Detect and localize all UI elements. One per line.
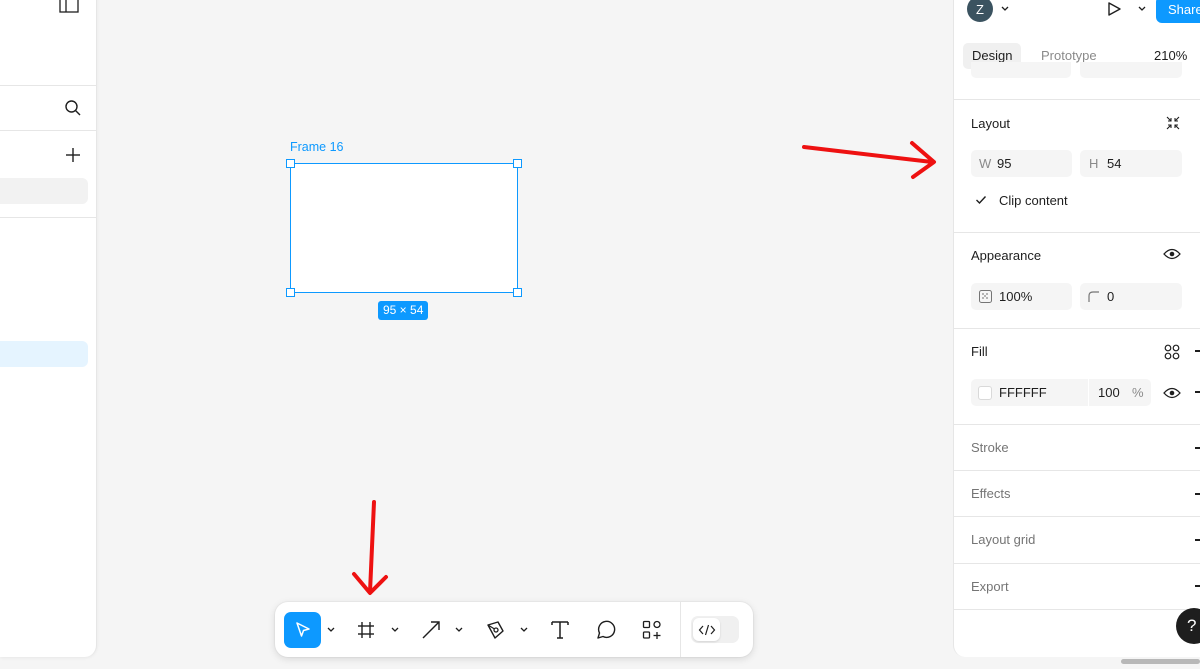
left-divider [0, 85, 96, 86]
stroke-title[interactable]: Stroke [971, 440, 1009, 455]
opacity-field[interactable]: 100% [971, 283, 1072, 310]
chevron-down-icon[interactable] [1138, 6, 1146, 12]
add-icon[interactable] [1195, 493, 1200, 495]
share-button[interactable]: Share [1156, 0, 1200, 23]
arrow-tool-icon[interactable] [420, 619, 442, 641]
plus-icon[interactable] [65, 147, 81, 163]
corner-radius-field[interactable]: 0 [1080, 283, 1182, 310]
section-divider [954, 563, 1200, 564]
layout-grid-title[interactable]: Layout grid [971, 532, 1035, 547]
fill-color-field[interactable]: FFFFFF 100 % [971, 379, 1151, 406]
add-icon[interactable] [1195, 391, 1200, 393]
eye-icon[interactable] [1163, 247, 1181, 261]
layer-item-selected[interactable] [0, 341, 88, 367]
resize-handle-bottom-left[interactable] [286, 288, 295, 297]
size-badge: 95 × 54 [378, 301, 429, 320]
add-icon[interactable] [1195, 447, 1200, 449]
height-prefix: H [1089, 156, 1099, 171]
actions-tool-icon[interactable] [641, 619, 663, 641]
height-field[interactable]: H 54 [1080, 150, 1182, 177]
section-divider [954, 470, 1200, 471]
section-divider [954, 232, 1200, 233]
text-tool-icon[interactable] [549, 619, 571, 641]
left-divider [0, 217, 96, 218]
move-tool-button[interactable] [284, 612, 321, 648]
fill-opacity-value[interactable]: 100 [1098, 379, 1120, 406]
fill-hex-value[interactable]: FFFFFF [999, 379, 1047, 406]
page-list-item[interactable] [0, 178, 88, 204]
corner-radius-icon [1088, 291, 1099, 302]
section-divider [954, 424, 1200, 425]
opacity-value: 100% [999, 289, 1033, 304]
width-prefix: W [979, 156, 992, 171]
layout-title: Layout [971, 116, 1011, 131]
fill-swatch[interactable] [978, 386, 992, 400]
align-group[interactable] [1080, 62, 1182, 78]
left-divider [0, 130, 96, 131]
eye-icon[interactable] [1163, 386, 1181, 400]
width-value: 95 [997, 156, 1012, 171]
chevron-down-icon[interactable] [325, 624, 337, 636]
width-field[interactable]: W 95 [971, 150, 1072, 177]
chevron-down-icon[interactable] [1001, 6, 1009, 12]
clip-content-label[interactable]: Clip content [999, 193, 1068, 208]
style-grid-icon[interactable] [1164, 344, 1180, 360]
chevron-down-icon[interactable] [518, 624, 530, 636]
add-icon[interactable] [1195, 539, 1200, 541]
annotation-arrow-down [352, 500, 388, 595]
resize-to-fit-icon[interactable] [1165, 115, 1181, 131]
fill-opacity-percent: % [1132, 385, 1144, 400]
play-icon[interactable] [1106, 1, 1122, 17]
add-icon[interactable] [1195, 350, 1200, 352]
move-tool-icon [293, 620, 313, 640]
section-divider [954, 328, 1200, 329]
appearance-title: Appearance [971, 248, 1042, 263]
dev-mode-toggle[interactable] [691, 616, 739, 643]
horizontal-scrollbar[interactable] [1121, 659, 1200, 664]
add-icon[interactable] [1195, 585, 1200, 587]
right-panel: Z Share Design Prototype 210% Layout W 9… [953, 0, 1200, 657]
avatar[interactable]: Z [967, 0, 993, 22]
resize-handle-top-left[interactable] [286, 159, 295, 168]
resize-handle-top-right[interactable] [513, 159, 522, 168]
opacity-icon [979, 290, 992, 303]
chevron-down-icon[interactable] [453, 624, 465, 636]
clip-content-checkbox[interactable] [974, 193, 988, 207]
frame-tool-icon[interactable] [356, 620, 376, 640]
selected-frame[interactable] [290, 163, 518, 293]
comment-tool-icon[interactable] [595, 619, 617, 641]
search-icon[interactable] [64, 99, 82, 117]
panel-toggle-icon[interactable] [59, 0, 79, 13]
annotation-arrow-right [802, 141, 936, 179]
pen-tool-icon[interactable] [484, 619, 506, 641]
section-divider [954, 609, 1200, 610]
section-divider [954, 516, 1200, 517]
rotation-field[interactable] [971, 62, 1071, 78]
effects-title[interactable]: Effects [971, 486, 1011, 501]
corner-radius-value: 0 [1107, 289, 1115, 304]
resize-handle-bottom-right[interactable] [513, 288, 522, 297]
fill-title: Fill [971, 344, 988, 359]
bottom-toolbar [275, 602, 753, 657]
frame-label[interactable]: Frame 16 [290, 140, 344, 154]
height-value: 54 [1107, 156, 1122, 171]
export-title[interactable]: Export [971, 579, 1009, 594]
toolbar-divider [680, 602, 681, 657]
section-divider [954, 99, 1200, 100]
left-panel [0, 0, 97, 657]
dev-mode-knob [693, 618, 720, 641]
fill-field-divider [1088, 379, 1089, 406]
dev-mode-icon [698, 624, 716, 636]
chevron-down-icon[interactable] [389, 624, 401, 636]
